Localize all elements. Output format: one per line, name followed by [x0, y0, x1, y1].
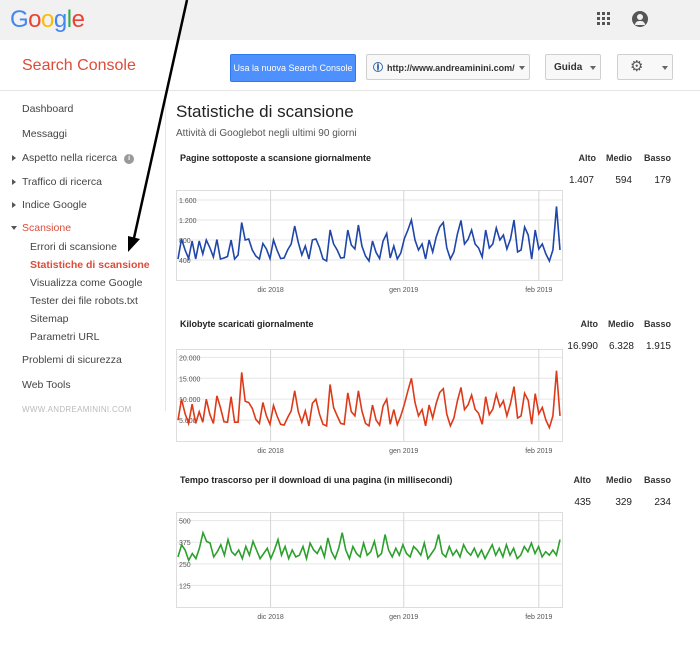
sidebar-item-security-issues[interactable]: Problemi di sicurezza: [22, 354, 122, 366]
account-avatar-icon[interactable]: [632, 11, 648, 27]
chart-title: Kilobyte scaricati giornalmente: [180, 319, 314, 329]
stat-head-mid: Medio: [606, 475, 632, 485]
stat-head-high: Alto: [578, 153, 597, 163]
x-tick-label: dic 2018: [257, 287, 284, 294]
chart-kilobytes-downloaded: Kilobyte scaricati giornalmente Alto Med…: [176, 319, 676, 469]
console-header: Search Console Usa la nuova Search Conso…: [0, 40, 700, 91]
logo-letter: g: [53, 6, 67, 33]
new-console-button[interactable]: Usa la nuova Search Console: [230, 54, 356, 82]
stat-low: 1.915: [645, 341, 671, 352]
expand-arrow-icon: [12, 155, 16, 161]
stat-head-low: Basso: [643, 475, 671, 485]
plot-area: [176, 349, 563, 442]
google-topbar: Google: [0, 0, 700, 40]
y-tick-label: 125: [179, 583, 191, 590]
plot-area: [176, 512, 563, 608]
stat-head-low: Basso: [643, 153, 671, 163]
line-chart[interactable]: 1.6001.200800400dic 2018 gen 2019 feb 2019: [176, 188, 566, 298]
x-tick-label: gen 2019: [389, 448, 418, 455]
watermark: WWW.ANDREAMININI.COM: [22, 405, 132, 414]
stat-low: 179: [654, 175, 671, 186]
logo-letter: G: [10, 6, 29, 33]
chart-download-time: Tempo trascorso per il download di una p…: [176, 475, 676, 625]
globe-icon: [373, 62, 383, 72]
y-tick-label: 1.200: [179, 218, 197, 225]
sidebar-item-search-appearance[interactable]: Aspetto nella ricerca i: [12, 152, 135, 164]
sidebar-item-label: Indice Google: [22, 199, 87, 211]
sidebar-item-sitemap[interactable]: Sitemap: [30, 313, 69, 325]
sidebar-item-url-parameters[interactable]: Parametri URL: [30, 331, 99, 343]
stat-head-mid: Medio: [606, 153, 632, 163]
sidebar-item-crawl-stats[interactable]: Statistiche di scansione: [30, 259, 150, 271]
y-tick-label: 1.600: [179, 198, 197, 205]
x-tick-label: gen 2019: [389, 287, 418, 294]
chevron-down-icon: [590, 66, 596, 70]
stat-mid: 329: [615, 497, 632, 508]
line-chart[interactable]: 500375250125dic 2018 gen 2019 feb 2019: [176, 510, 566, 625]
site-url: http://www.andreaminini.com/: [387, 63, 515, 73]
stat-mid: 6.328: [608, 341, 634, 352]
stat-head-mid: Medio: [608, 319, 634, 329]
x-tick-label: feb 2019: [525, 614, 552, 621]
stat-head-low: Basso: [643, 319, 671, 329]
gear-icon: ⚙: [630, 58, 644, 75]
apps-grid-icon[interactable]: [597, 12, 611, 26]
y-tick-label: 500: [179, 519, 191, 526]
sidebar-item-label: Scansione: [22, 222, 72, 234]
sidebar-item-messages[interactable]: Messaggi: [22, 128, 67, 140]
chevron-down-icon: [519, 66, 525, 70]
sidebar-item-crawl-errors[interactable]: Errori di scansione: [30, 241, 117, 253]
site-selector[interactable]: http://www.andreaminini.com/: [366, 54, 530, 80]
chart-pages-crawled: Pagine sottoposte a scansione giornalmen…: [176, 153, 676, 303]
sidebar-item-fetch-as-google[interactable]: Visualizza come Google: [30, 277, 142, 289]
stat-low: 234: [654, 497, 671, 508]
sidebar-item-google-index[interactable]: Indice Google: [12, 199, 87, 211]
stat-high: 435: [574, 497, 591, 508]
x-tick-label: dic 2018: [257, 614, 284, 621]
info-icon[interactable]: i: [124, 154, 135, 164]
help-button[interactable]: Guida: [545, 54, 601, 80]
stat-high: 1.407: [568, 175, 594, 186]
sidebar-item-web-tools[interactable]: Web Tools: [22, 379, 71, 391]
y-tick-label: 15.000: [179, 376, 201, 383]
sidebar-item-crawl[interactable]: Scansione: [11, 222, 72, 234]
sidebar-item-label: Aspetto nella ricerca: [22, 152, 118, 164]
y-tick-label: 20.000: [179, 355, 201, 362]
logo-letter: o: [41, 6, 54, 33]
google-logo[interactable]: Google: [10, 6, 85, 34]
product-title[interactable]: Search Console: [22, 57, 136, 75]
help-label: Guida: [554, 62, 583, 73]
plot-area: [176, 190, 563, 281]
stat-head-high: Alto: [573, 475, 592, 485]
expand-arrow-icon: [12, 179, 16, 185]
stat-head-high: Alto: [580, 319, 599, 329]
sidebar-item-robots-tester[interactable]: Tester dei file robots.txt: [30, 295, 138, 307]
chart-title: Tempo trascorso per il download di una p…: [180, 475, 453, 485]
logo-letter: o: [28, 6, 42, 33]
x-tick-label: gen 2019: [389, 614, 418, 621]
x-tick-label: feb 2019: [525, 287, 552, 294]
x-tick-label: dic 2018: [257, 448, 284, 455]
sidebar-item-dashboard[interactable]: Dashboard: [22, 103, 73, 115]
page-subtitle: Attività di Googlebot negli ultimi 90 gi…: [176, 128, 357, 139]
sidebar-item-search-traffic[interactable]: Traffico di ricerca: [12, 176, 102, 188]
x-tick-label: feb 2019: [525, 448, 552, 455]
expand-arrow-icon: [12, 202, 16, 208]
line-chart[interactable]: 20.00015.00010.0005.000dic 2018 gen 2019 f…: [176, 347, 566, 459]
settings-button[interactable]: ⚙: [617, 54, 673, 80]
chart-title: Pagine sottoposte a scansione giornalmen…: [180, 153, 372, 163]
page-title: Statistiche di scansione: [176, 102, 354, 121]
logo-letter: e: [71, 6, 85, 33]
y-tick-label: 250: [179, 562, 191, 569]
collapse-arrow-icon: [11, 226, 17, 230]
chevron-down-icon: [662, 66, 668, 70]
sidebar-item-label: Traffico di ricerca: [22, 176, 102, 188]
stat-mid: 594: [615, 175, 632, 186]
